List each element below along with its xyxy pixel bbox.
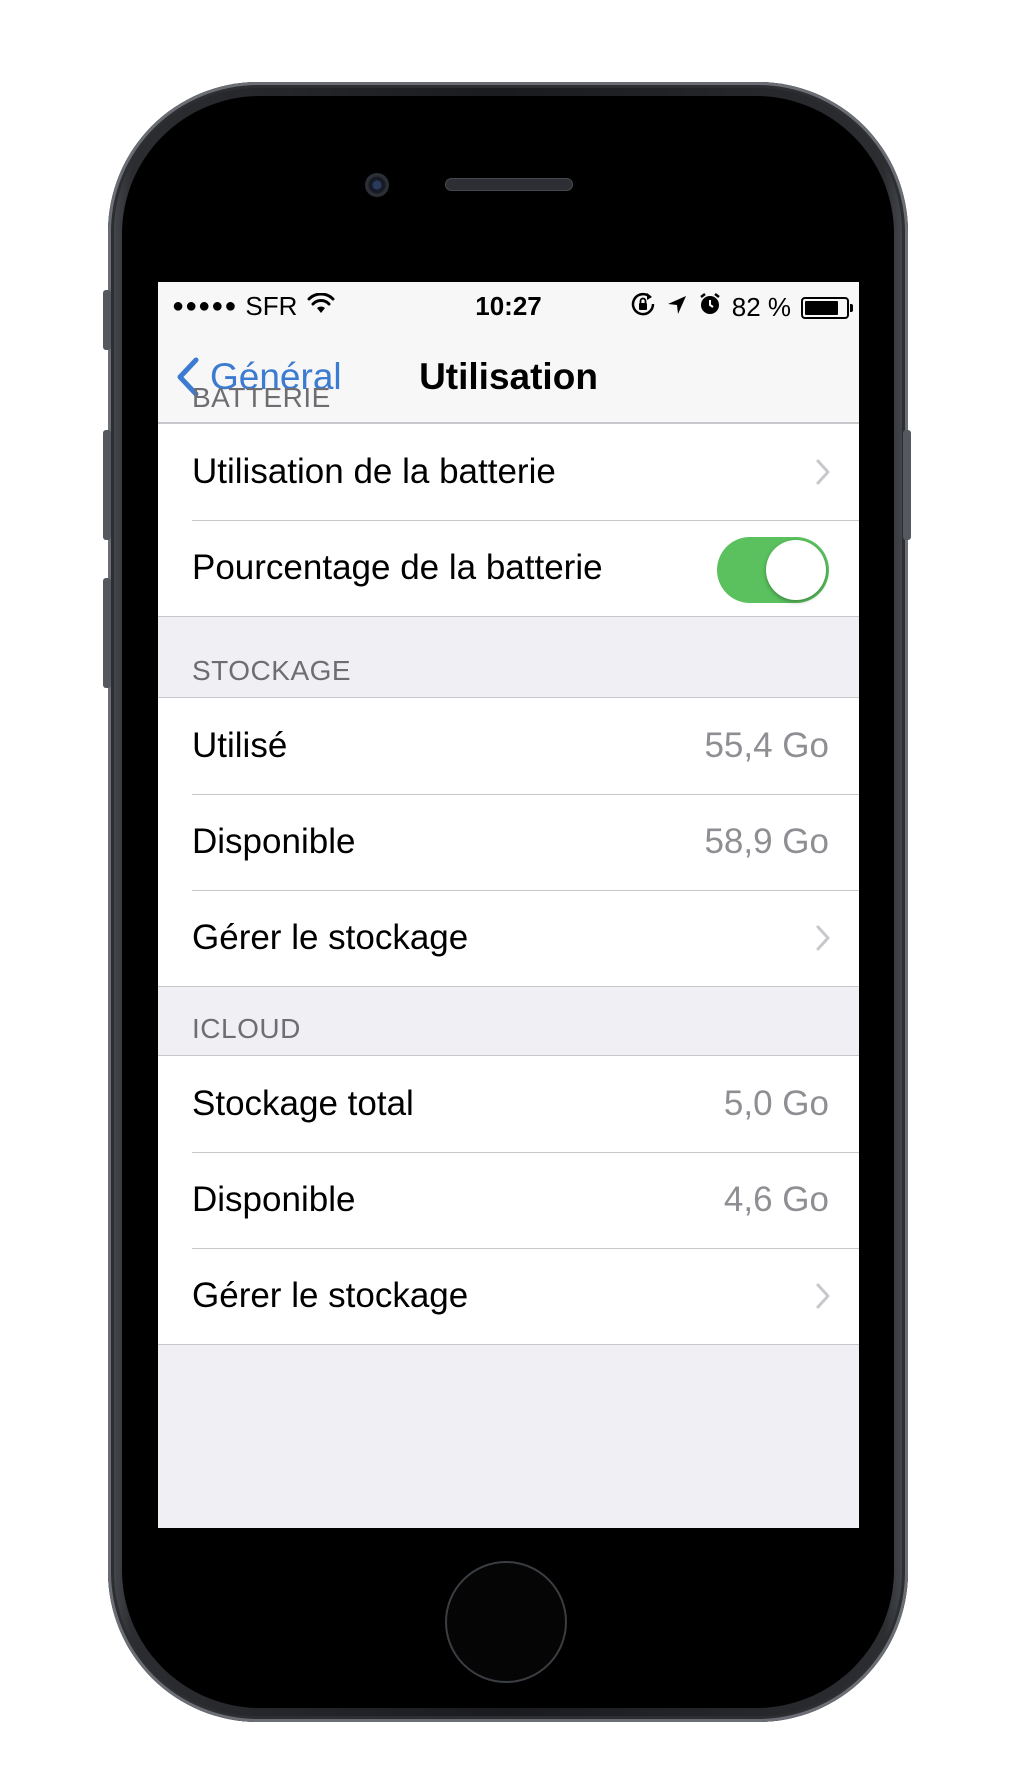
alarm-icon	[698, 292, 722, 323]
icloud-total-value: 5,0 Go	[723, 1084, 829, 1123]
volume-down-button	[103, 578, 111, 688]
screen: ●●●●● SFR 10:27 82 % Général Utilisation…	[158, 282, 859, 1528]
icloud-total-row: Stockage total 5,0 Go	[158, 1056, 859, 1152]
volume-up-button	[103, 430, 111, 540]
icloud-total-label: Stockage total	[192, 1084, 414, 1123]
status-bar: ●●●●● SFR 10:27 82 %	[158, 282, 859, 328]
icloud-available-value: 4,6 Go	[723, 1180, 829, 1219]
manage-storage-label: Gérer le stockage	[192, 918, 469, 957]
section-header-icloud: ICLOUD	[192, 1013, 301, 1044]
battery-icon	[801, 296, 853, 319]
battery-usage-row[interactable]: Utilisation de la batterie	[158, 424, 859, 520]
storage-used-label: Utilisé	[192, 726, 288, 765]
icloud-available-row: Disponible 4,6 Go	[158, 1152, 859, 1248]
chevron-right-icon	[816, 1283, 830, 1309]
toggle-knob	[766, 540, 826, 600]
battery-level-fill	[805, 300, 838, 315]
status-right: 82 %	[630, 291, 853, 324]
location-arrow-icon	[666, 292, 688, 323]
icloud-available-label: Disponible	[192, 1180, 356, 1219]
front-camera	[365, 173, 389, 197]
mute-switch	[103, 290, 111, 350]
storage-used-value: 55,4 Go	[704, 726, 829, 765]
storage-available-row: Disponible 58,9 Go	[158, 794, 859, 890]
battery-percent: 82 %	[731, 292, 791, 322]
home-button[interactable]	[445, 1561, 567, 1683]
storage-used-row: Utilisé 55,4 Go	[158, 698, 859, 794]
battery-percentage-toggle[interactable]	[717, 537, 829, 603]
battery-group: Utilisation de la batterie Pourcentage d…	[158, 423, 859, 617]
earpiece-speaker	[445, 178, 573, 191]
manage-storage-row[interactable]: Gérer le stockage	[158, 890, 859, 986]
chevron-right-icon	[816, 459, 830, 485]
storage-group: Utilisé 55,4 Go Disponible 58,9 Go Gérer…	[158, 697, 859, 987]
storage-available-value: 58,9 Go	[704, 822, 829, 861]
battery-usage-label: Utilisation de la batterie	[192, 452, 556, 491]
power-button	[903, 430, 911, 540]
battery-percentage-label: Pourcentage de la batterie	[192, 548, 603, 587]
storage-available-label: Disponible	[192, 822, 356, 861]
icloud-manage-storage-label: Gérer le stockage	[192, 1276, 469, 1315]
section-header-battery: BATTERIE	[192, 382, 331, 413]
battery-percentage-row: Pourcentage de la batterie	[158, 520, 859, 616]
icloud-group: Stockage total 5,0 Go Disponible 4,6 Go …	[158, 1055, 859, 1345]
icloud-manage-storage-row[interactable]: Gérer le stockage	[158, 1248, 859, 1344]
rotation-lock-icon	[630, 291, 656, 324]
chevron-right-icon	[816, 925, 830, 951]
section-header-storage: STOCKAGE	[192, 655, 352, 686]
